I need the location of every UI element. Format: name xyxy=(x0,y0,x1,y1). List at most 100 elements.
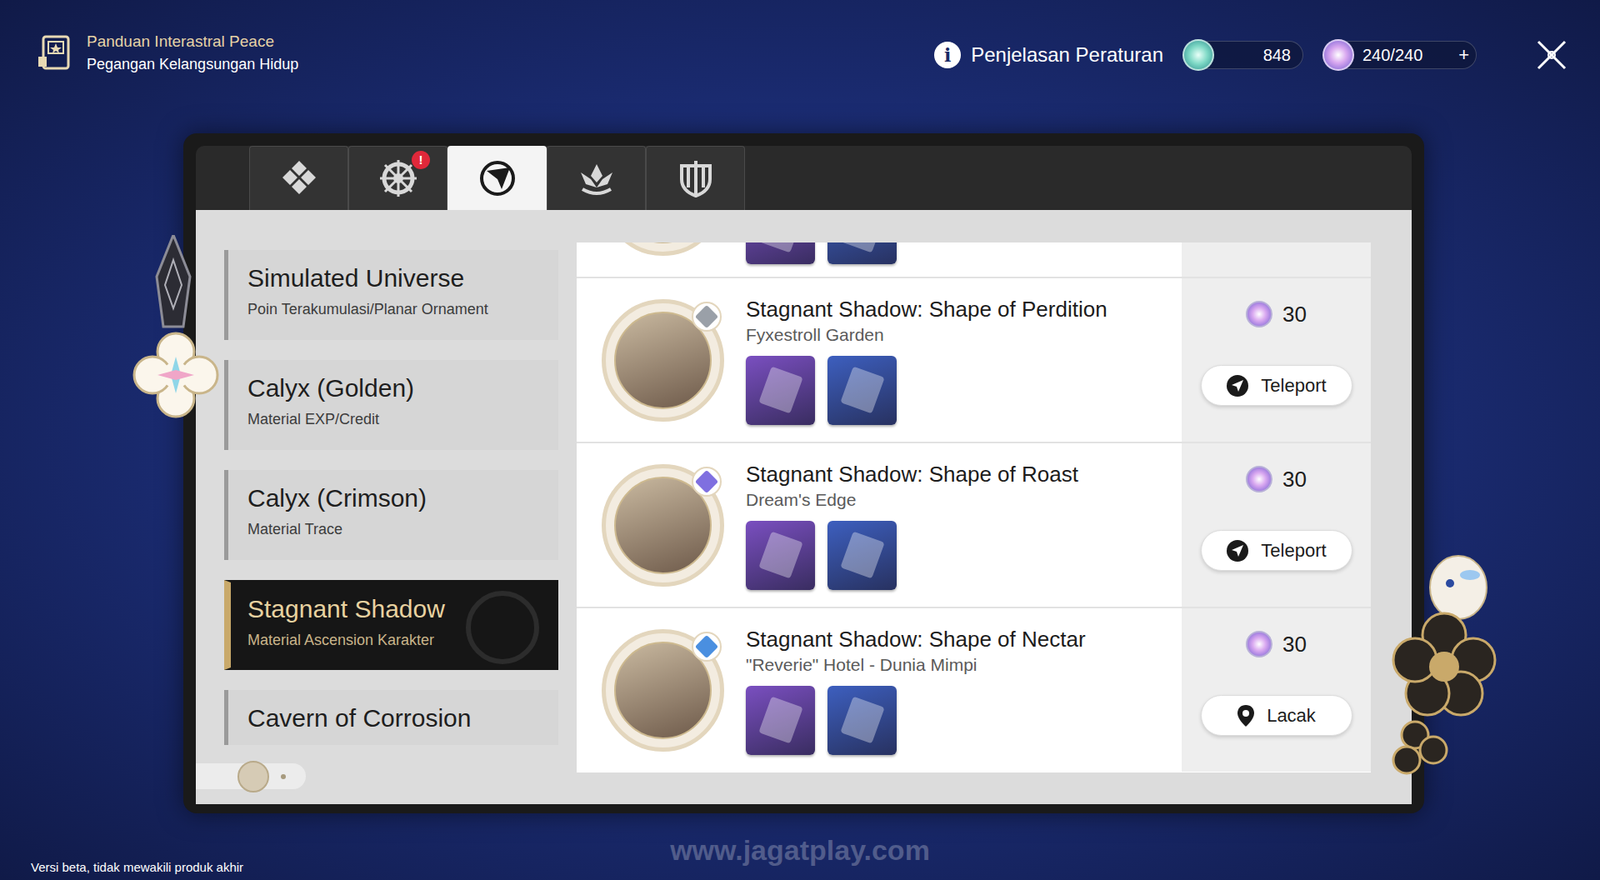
material-item[interactable] xyxy=(827,242,897,265)
category-item[interactable]: Cavern of Corrosion xyxy=(224,690,559,745)
teleport-button[interactable]: Teleport xyxy=(1200,530,1353,571)
material-icon xyxy=(840,530,885,579)
row-text: Stagnant Shadow: Shape of Nectar"Reverie… xyxy=(745,625,1086,755)
action-label: Teleport xyxy=(1260,536,1326,565)
category-subtitle: Material Trace xyxy=(247,518,549,541)
navigate-icon xyxy=(1225,539,1250,563)
material-icon xyxy=(840,242,885,253)
teleport-button[interactable]: Teleport xyxy=(1200,365,1353,406)
category-tab[interactable] xyxy=(249,145,349,210)
row-side: 30 Teleport xyxy=(1181,278,1371,442)
list-row-clipped xyxy=(576,242,1371,277)
category-subtitle: Material EXP/Credit xyxy=(247,408,549,431)
rules-button[interactable]: i Penjelasan Peraturan xyxy=(934,40,1164,70)
category-item[interactable]: Stagnant Shadow Material Ascension Karakt… xyxy=(224,580,559,670)
add-power-button[interactable]: + xyxy=(1458,45,1470,65)
trailblaze-power-icon xyxy=(1245,465,1273,493)
flower-ornament-right xyxy=(1381,601,1507,777)
category-tab[interactable] xyxy=(645,145,745,210)
top-right: i Penjelasan Peraturan 848 240/240 + xyxy=(934,31,1600,72)
close-icon[interactable] xyxy=(1535,38,1569,72)
material-list xyxy=(745,685,1086,755)
category-title: Calyx (Crimson) xyxy=(247,483,549,514)
material-list xyxy=(745,355,1108,425)
cost: 30 xyxy=(1245,300,1307,329)
navigate-icon xyxy=(1225,374,1250,398)
material-item[interactable] xyxy=(745,685,815,755)
cost-value: 30 xyxy=(1282,298,1307,331)
row-text xyxy=(745,242,897,265)
category-column: Simulated UniversePoin Terakumulasi/Plan… xyxy=(195,210,559,805)
material-item[interactable] xyxy=(745,355,815,425)
page-dot xyxy=(280,774,286,780)
stellar-jade-icon xyxy=(1182,39,1215,71)
material-item[interactable] xyxy=(745,520,815,590)
mascot-ornament xyxy=(1425,541,1492,625)
category-list: Simulated UniversePoin Terakumulasi/Plan… xyxy=(224,250,559,745)
compass-arrow-icon xyxy=(476,157,519,200)
content-area: Simulated UniversePoin Terakumulasi/Plan… xyxy=(195,210,1412,805)
boss-location: "Reverie" Hotel - Dunia Mimpi xyxy=(745,654,1086,676)
row-side xyxy=(1181,242,1371,277)
element-icon xyxy=(695,304,719,328)
trailblaze-power-icon xyxy=(1322,39,1355,71)
category-subtitle: Material Ascension Karakter xyxy=(247,629,546,652)
material-item[interactable] xyxy=(827,355,897,425)
category-item[interactable]: Simulated UniversePoin Terakumulasi/Plan… xyxy=(224,250,559,340)
row-main: Stagnant Shadow: Shape of Nectar"Reverie… xyxy=(576,608,1182,772)
boss-title: Stagnant Shadow: Shape of Roast xyxy=(745,460,1079,488)
guide-title: Panduan Interastral Peace xyxy=(86,31,299,52)
category-tab[interactable] xyxy=(447,145,547,210)
material-item[interactable] xyxy=(827,685,897,755)
category-item[interactable]: Calyx (Golden) Material EXP/Credit xyxy=(224,360,559,450)
lantern-ornament xyxy=(150,235,197,335)
element-badge xyxy=(691,301,722,332)
category-subtitle: Poin Terakumulasi/Planar Ornament xyxy=(247,298,549,321)
trailblaze-power-icon xyxy=(1245,630,1273,658)
lotus-icon xyxy=(575,157,618,200)
action-label: Teleport xyxy=(1260,371,1326,400)
tab-bar: ! xyxy=(195,145,1412,210)
boss-title: Stagnant Shadow: Shape of Perdition xyxy=(745,295,1108,323)
flower-ornament-left xyxy=(132,331,220,419)
info-icon: i xyxy=(934,41,961,69)
row-side: 30 Teleport xyxy=(1181,443,1371,607)
location-pin-icon xyxy=(1236,704,1255,728)
shield-icon xyxy=(675,157,717,200)
material-icon xyxy=(758,695,803,744)
action-label: Lacak xyxy=(1266,701,1316,730)
row-text: Stagnant Shadow: Shape of PerditionFyxes… xyxy=(745,295,1108,425)
emblem-icon xyxy=(465,590,540,665)
category-title: Calyx (Golden) xyxy=(247,373,549,404)
screen: Panduan Interastral Peace Pegangan Kelan… xyxy=(0,0,1600,880)
category-item[interactable]: Calyx (Crimson) Material Trace xyxy=(224,470,559,560)
beta-notice: Versi beta, tidak mewakili produk akhir xyxy=(30,858,244,878)
cost: 30 xyxy=(1245,465,1307,494)
boss-portrait xyxy=(601,242,725,256)
material-item[interactable] xyxy=(827,520,897,590)
trailblaze-power-icon xyxy=(1245,300,1273,328)
category-title: Stagnant Shadow xyxy=(247,594,546,625)
guide-book-icon xyxy=(36,33,77,72)
element-icon xyxy=(695,634,719,658)
category-tab[interactable]: ! xyxy=(348,145,448,210)
row-main: Stagnant Shadow: Shape of PerditionFyxes… xyxy=(576,278,1182,442)
category-tab[interactable] xyxy=(546,145,646,210)
portrait-image xyxy=(614,242,712,244)
diamond-tiles-icon xyxy=(278,157,320,200)
row-main xyxy=(576,242,1182,277)
material-item[interactable] xyxy=(745,242,815,265)
boss-location: Dream's Edge xyxy=(745,489,1079,511)
alert-badge: ! xyxy=(411,150,430,170)
material-icon xyxy=(758,365,803,414)
material-list xyxy=(745,520,1079,590)
cost: 30 xyxy=(1245,630,1307,659)
rules-label: Penjelasan Peraturan xyxy=(970,40,1164,70)
row-side: 30 Lacak xyxy=(1181,608,1371,772)
element-badge xyxy=(691,466,722,497)
track-button[interactable]: Lacak xyxy=(1200,695,1353,736)
boss-row: Stagnant Shadow: Shape of Nectar"Reverie… xyxy=(576,606,1371,772)
boss-location: Fyxestroll Garden xyxy=(745,324,1108,346)
row-text: Stagnant Shadow: Shape of RoastDream's E… xyxy=(745,460,1079,590)
category-title: Cavern of Corrosion xyxy=(247,703,549,734)
